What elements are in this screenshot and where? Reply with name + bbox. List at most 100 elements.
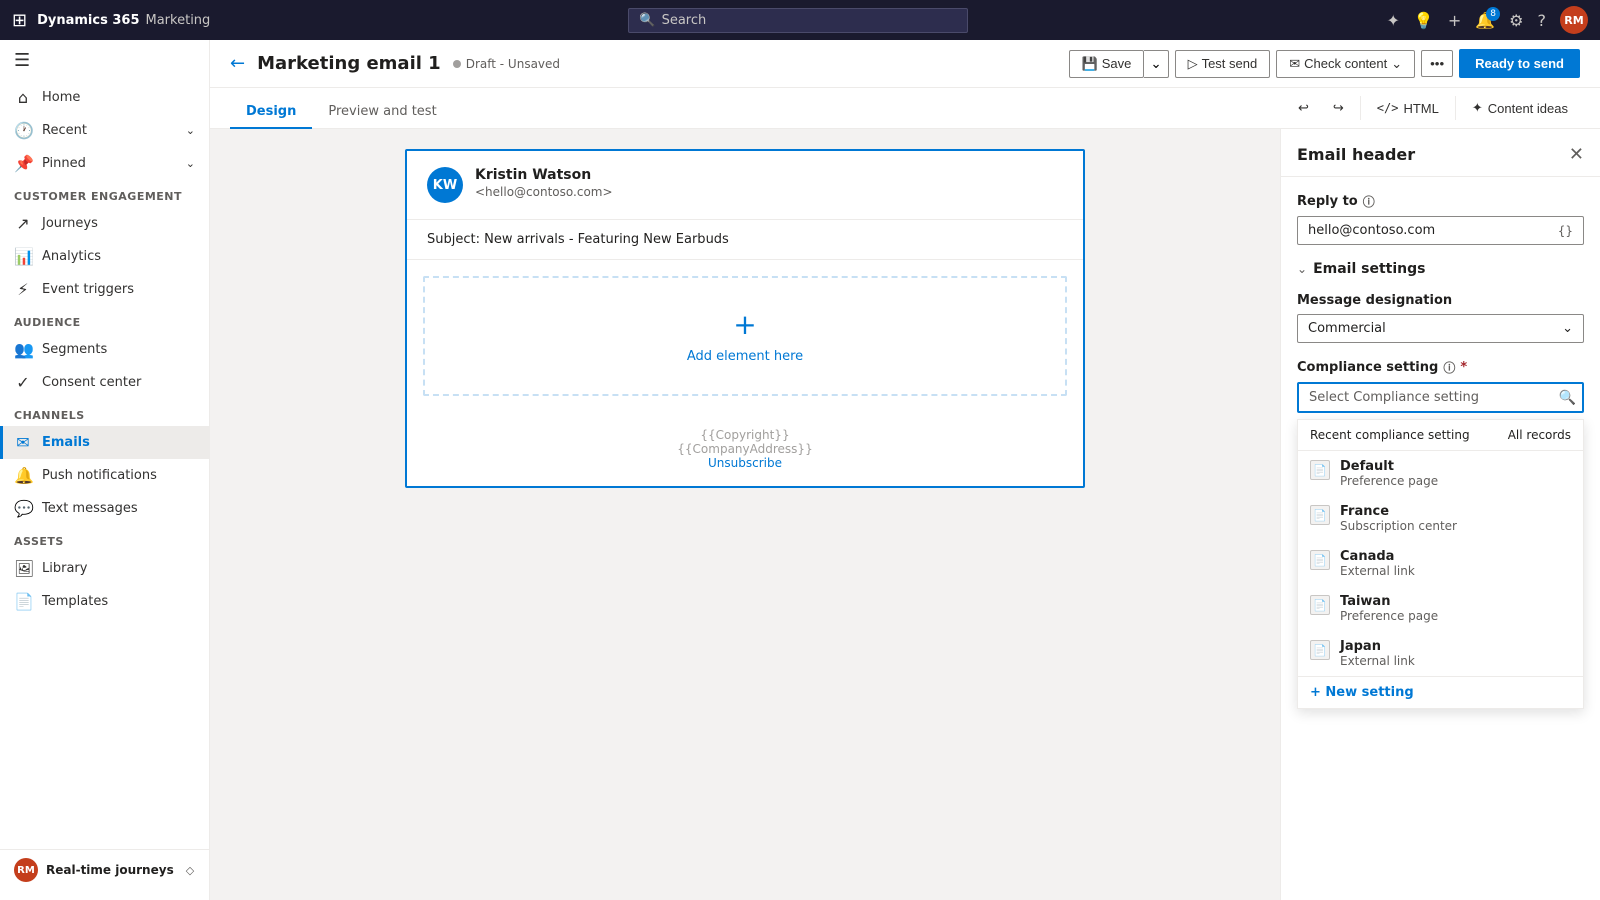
sidebar-item-library[interactable]: 🖼 Library [0, 552, 209, 585]
tab-preview-and-test[interactable]: Preview and test [312, 96, 452, 129]
sidebar-item-event-triggers[interactable]: ⚡ Event triggers [0, 273, 209, 306]
sidebar-item-push-notifications[interactable]: 🔔 Push notifications [0, 459, 209, 492]
sender-avatar: KW [427, 167, 463, 203]
brand-name: Dynamics 365 [37, 13, 139, 28]
email-subject-row: Subject: New arrivals - Featuring New Ea… [407, 220, 1083, 260]
email-settings-section-header[interactable]: ⌄ Email settings [1297, 261, 1584, 277]
more-icon: ••• [1430, 56, 1444, 71]
compliance-info-icon[interactable]: ⓘ [1443, 359, 1455, 376]
compliance-option-name: Default [1340, 459, 1438, 474]
close-button[interactable]: ✕ [1569, 146, 1584, 164]
compliance-option-sub: Subscription center [1340, 519, 1457, 533]
sidebar-item-consent-center[interactable]: ✓ Consent center [0, 366, 209, 399]
settings-icon[interactable]: ⚙ [1509, 11, 1523, 30]
journeys-icon: ↗ [14, 214, 32, 233]
tab-design[interactable]: Design [230, 96, 312, 129]
compliance-setting-input[interactable]: Select Compliance setting [1297, 382, 1584, 413]
save-dropdown-button[interactable]: ⌄ [1144, 50, 1168, 78]
compliance-dropdown: Recent compliance setting All records 📄 … [1297, 419, 1584, 709]
right-panel: Email header ✕ Reply to ⓘ hello@contoso.… [1280, 129, 1600, 900]
compliance-option-icon: 📄 [1310, 640, 1330, 660]
event-trigger-icon: ⚡ [14, 280, 32, 299]
compliance-option-sub: Preference page [1340, 474, 1438, 488]
sidebar-item-label: Recent [42, 123, 87, 138]
apps-grid-icon[interactable]: ⊞ [12, 10, 27, 31]
compliance-option-icon: 📄 [1310, 505, 1330, 525]
compliance-option-japan[interactable]: 📄 Japan External link [1298, 631, 1583, 676]
sender-email: <hello@contoso.com> [475, 185, 613, 199]
back-button[interactable]: ← [230, 53, 245, 74]
section-audience: Audience [0, 306, 209, 333]
message-designation-field: Message designation Commercial ⌄ [1297, 293, 1584, 343]
sidebar-item-journeys[interactable]: ↗ Journeys [0, 207, 209, 240]
sidebar-footer[interactable]: RM Real-time journeys ◇ [0, 849, 209, 890]
notification-count: 8 [1486, 7, 1500, 21]
brand-module: Marketing [146, 13, 211, 28]
unsubscribe-link[interactable]: Unsubscribe [423, 456, 1067, 470]
compliance-setting-field: Compliance setting ⓘ * Select Compliance… [1297, 359, 1584, 709]
sender-name: Kristin Watson [475, 167, 613, 183]
html-button[interactable]: </> HTML [1365, 88, 1451, 128]
sidebar-item-label: Pinned [42, 156, 86, 171]
sidebar-item-templates[interactable]: 📄 Templates [0, 585, 209, 618]
top-navigation: ⊞ Dynamics 365 Marketing 🔍 Search ✦ 💡 + … [0, 0, 1600, 40]
reply-to-info-icon[interactable]: ⓘ [1363, 193, 1375, 210]
all-records-link[interactable]: All records [1508, 428, 1571, 442]
sidebar-item-pinned[interactable]: 📌 Pinned ⌄ [0, 147, 209, 180]
header-actions: 💾 Save ⌄ ▷ Test send ✉ Check content ⌄ [1069, 49, 1580, 78]
sidebar-item-home[interactable]: ⌂ Home [0, 81, 209, 114]
divider [1360, 96, 1361, 120]
add-element-icon: + [733, 308, 756, 341]
compliance-option-canada[interactable]: 📄 Canada External link [1298, 541, 1583, 586]
compliance-setting-label: Compliance setting ⓘ * [1297, 359, 1584, 376]
compliance-option-icon: 📄 [1310, 460, 1330, 480]
more-actions-button[interactable]: ••• [1421, 50, 1453, 77]
redo-button[interactable]: ↪ [1321, 88, 1356, 128]
required-star: * [1460, 360, 1467, 375]
sidebar-item-analytics[interactable]: 📊 Analytics [0, 240, 209, 273]
compliance-option-taiwan[interactable]: 📄 Taiwan Preference page [1298, 586, 1583, 631]
compliance-option-name: Canada [1340, 549, 1415, 564]
sidebar-toggle-button[interactable]: ☰ [0, 40, 209, 81]
section-title: Email settings [1313, 261, 1425, 277]
notifications-icon[interactable]: 🔔 8 [1475, 11, 1495, 30]
undo-button[interactable]: ↩ [1286, 88, 1321, 128]
sidebar-item-recent[interactable]: 🕐 Recent ⌄ [0, 114, 209, 147]
compliance-option-france[interactable]: 📄 France Subscription center [1298, 496, 1583, 541]
new-setting-button[interactable]: + New setting [1298, 676, 1583, 708]
check-content-button[interactable]: ✉ Check content ⌄ [1276, 50, 1415, 78]
search-bar[interactable]: 🔍 Search [628, 8, 968, 33]
save-button[interactable]: 💾 Save [1069, 50, 1145, 78]
add-icon[interactable]: + [1448, 11, 1461, 30]
help-tip-icon[interactable]: 💡 [1414, 11, 1434, 30]
compliance-option-default[interactable]: 📄 Default Preference page [1298, 451, 1583, 496]
sidebar-item-segments[interactable]: 👥 Segments [0, 333, 209, 366]
test-send-button[interactable]: ▷ Test send [1175, 50, 1271, 78]
help-icon[interactable]: ? [1538, 11, 1547, 30]
company-address-text: {{CompanyAddress}} [423, 442, 1067, 456]
panel-body: Reply to ⓘ hello@contoso.com {} ⌄ Email … [1281, 177, 1600, 725]
compliance-input-wrapper: Select Compliance setting 🔍 [1297, 382, 1584, 413]
sidebar-item-label: Analytics [42, 249, 101, 264]
content-ideas-button[interactable]: ✦ Content ideas [1460, 88, 1580, 128]
push-notification-icon: 🔔 [14, 466, 32, 485]
sidebar-item-label: Segments [42, 342, 107, 357]
reply-to-field: Reply to ⓘ hello@contoso.com {} [1297, 193, 1584, 245]
user-avatar[interactable]: RM [1560, 6, 1588, 34]
email-dropzone[interactable]: + Add element here [423, 276, 1067, 396]
workspace-label: Real-time journeys [46, 863, 174, 877]
sidebar-item-text-messages[interactable]: 💬 Text messages [0, 492, 209, 525]
reply-to-input[interactable]: hello@contoso.com {} [1297, 216, 1584, 245]
message-designation-select[interactable]: Commercial ⌄ [1297, 314, 1584, 343]
test-send-label: Test send [1202, 56, 1258, 71]
sidebar-item-emails[interactable]: ✉ Emails [0, 426, 209, 459]
ready-to-send-button[interactable]: Ready to send [1459, 49, 1580, 78]
code-icon: </> [1377, 101, 1399, 115]
email-icon: ✉ [14, 433, 32, 452]
dropdown-chevron-icon: ⌄ [1562, 321, 1573, 336]
chevron-down-icon: ⌄ [186, 157, 195, 170]
text-message-icon: 💬 [14, 499, 32, 518]
chevron-down-icon: ⌄ [186, 124, 195, 137]
copilot-icon[interactable]: ✦ [1387, 11, 1400, 30]
email-footer: {{Copyright}} {{CompanyAddress}} Unsubsc… [407, 412, 1083, 486]
